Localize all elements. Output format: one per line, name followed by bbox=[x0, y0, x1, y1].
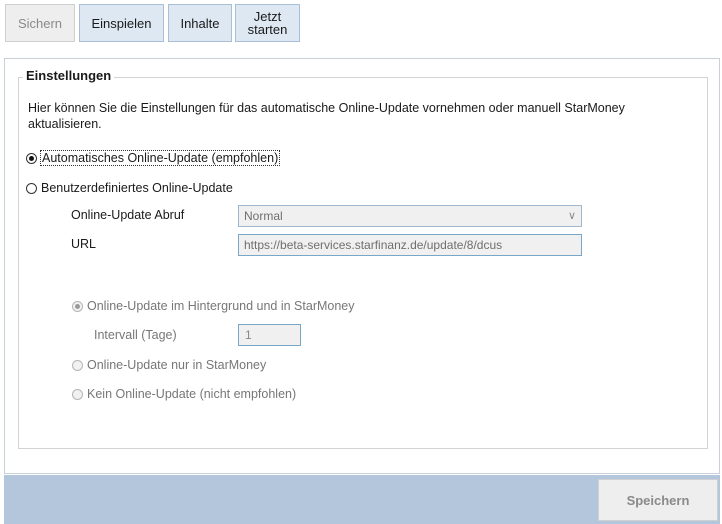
radio-custom-update[interactable]: Benutzerdefiniertes Online-Update bbox=[26, 181, 233, 195]
group-legend: Einstellungen bbox=[23, 68, 115, 83]
interval-field[interactable]: 1 bbox=[238, 324, 301, 346]
settings-group: Einstellungen Hier können Sie die Einste… bbox=[18, 68, 708, 449]
radio-only-starmoney[interactable]: Online-Update nur in StarMoney bbox=[72, 358, 266, 372]
settings-panel: Einstellungen Hier können Sie die Einste… bbox=[4, 58, 720, 474]
radio-only-starmoney-indicator[interactable] bbox=[72, 359, 83, 371]
chevron-down-icon: ∨ bbox=[567, 210, 576, 222]
sichern-button[interactable]: Sichern bbox=[5, 4, 75, 42]
jetzt-starten-label: Jetzt starten bbox=[247, 9, 288, 37]
footer-bar: Speichern bbox=[4, 475, 720, 524]
radio-no-update[interactable]: Kein Online-Update (nicht empfohlen) bbox=[72, 387, 296, 401]
radio-auto-update[interactable]: Automatisches Online-Update (empfohlen) bbox=[26, 150, 281, 166]
toolbar: Sichern Einspielen Inhalte Jetzt starten bbox=[0, 0, 722, 50]
jetzt-starten-button[interactable]: Jetzt starten bbox=[235, 4, 300, 42]
settings-description: Hier können Sie die Einstellungen für da… bbox=[28, 101, 625, 131]
radio-background-label: Online-Update im Hintergrund und in Star… bbox=[87, 299, 355, 313]
save-button[interactable]: Speichern bbox=[598, 479, 718, 521]
url-field[interactable]: https://beta-services.starfinanz.de/upda… bbox=[238, 234, 582, 256]
radio-background-indicator[interactable] bbox=[72, 300, 83, 312]
abruf-select[interactable]: Normal ∨ bbox=[238, 205, 582, 227]
radio-no-update-label: Kein Online-Update (nicht empfohlen) bbox=[87, 387, 297, 401]
radio-only-starmoney-label: Online-Update nur in StarMoney bbox=[87, 358, 267, 372]
interval-label: Intervall (Tage) bbox=[94, 328, 177, 342]
radio-background-update[interactable]: Online-Update im Hintergrund und in Star… bbox=[72, 299, 355, 313]
radio-custom-indicator[interactable] bbox=[26, 182, 37, 194]
einspielen-button[interactable]: Einspielen bbox=[79, 4, 164, 42]
radio-auto-indicator[interactable] bbox=[26, 152, 37, 164]
radio-auto-label: Automatisches Online-Update (empfohlen) bbox=[39, 150, 281, 166]
inhalte-button[interactable]: Inhalte bbox=[168, 4, 232, 42]
abruf-value: Normal bbox=[244, 209, 283, 223]
radio-custom-label: Benutzerdefiniertes Online-Update bbox=[41, 181, 233, 195]
abruf-label: Online-Update Abruf bbox=[71, 208, 185, 222]
url-label: URL bbox=[71, 237, 97, 251]
radio-no-update-indicator[interactable] bbox=[72, 388, 83, 400]
